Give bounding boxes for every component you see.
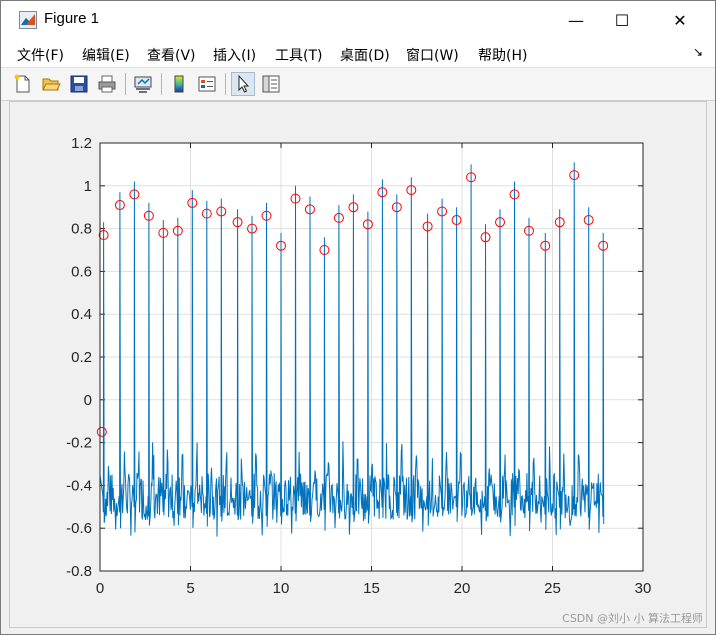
y-tick-label: 1 — [84, 178, 92, 195]
colorbar-icon — [174, 75, 184, 93]
x-tick-label: 30 — [635, 580, 652, 597]
edit-plot-button[interactable] — [231, 72, 255, 96]
x-tick-label: 15 — [363, 580, 380, 597]
y-tick-label: 0.6 — [71, 263, 92, 280]
colorbar-button[interactable] — [167, 72, 191, 96]
maximize-icon: ☐ — [614, 10, 630, 30]
menu-view[interactable]: 查看(V) — [147, 45, 196, 65]
y-tick-label: 1.2 — [71, 135, 92, 152]
y-tick-label: 0.4 — [71, 306, 92, 323]
menu-bar: 文件(F) 编辑(E) 查看(V) 插入(I) 工具(T) 桌面(D) 窗口(W… — [1, 39, 715, 68]
menu-window[interactable]: 窗口(W) — [406, 45, 459, 65]
close-button[interactable]: ✕ — [657, 1, 703, 39]
menu-file[interactable]: 文件(F) — [17, 45, 64, 65]
x-tick-label: 10 — [273, 580, 290, 597]
save-icon — [70, 75, 88, 93]
open-file-button[interactable] — [39, 72, 63, 96]
print-icon — [98, 75, 116, 93]
figure-window: Figure 1 — ☐ ✕ 文件(F) 编辑(E) 查看(V) 插入(I) 工… — [0, 0, 716, 635]
menu-desktop[interactable]: 桌面(D) — [340, 45, 390, 65]
menu-edit[interactable]: 编辑(E) — [82, 45, 130, 65]
maximize-button[interactable]: ☐ — [599, 1, 645, 39]
legend-button[interactable] — [195, 72, 219, 96]
new-figure-icon — [14, 74, 30, 93]
figure-canvas[interactable]: 0 5 10 15 20 25 30 -0.8 -0.6 -0.4 -0.2 0 0.2 0.4 0.6 0.… — [9, 101, 707, 628]
link-plot-icon — [134, 76, 152, 93]
x-tick-label: 25 — [544, 580, 561, 597]
y-tick-label: -0.4 — [66, 477, 92, 494]
x-tick-label: 20 — [454, 580, 471, 597]
figure-toolbar — [1, 68, 715, 101]
y-tick-label: 0 — [84, 392, 92, 409]
title-bar[interactable]: Figure 1 — ☐ ✕ — [1, 1, 715, 39]
menu-tools[interactable]: 工具(T) — [275, 45, 322, 65]
toolbar-separator — [125, 73, 126, 95]
y-tick-label: -0.6 — [66, 520, 92, 537]
x-tick-label: 0 — [96, 580, 104, 597]
y-tick-label: -0.8 — [66, 563, 92, 580]
y-tick-label: 0.8 — [71, 221, 92, 238]
matlab-logo-icon — [19, 11, 37, 29]
toolbar-separator — [225, 73, 226, 95]
y-tick-label: -0.2 — [66, 435, 92, 452]
menu-help[interactable]: 帮助(H) — [478, 45, 527, 65]
open-file-icon — [42, 78, 61, 91]
print-button[interactable] — [95, 72, 119, 96]
plot-svg[interactable]: 0 5 10 15 20 25 30 -0.8 -0.6 -0.4 -0.2 0 0.2 0.4 0.6 0.… — [10, 102, 706, 627]
new-figure-button[interactable] — [11, 72, 35, 96]
toolbar-separator — [161, 73, 162, 95]
window-title: Figure 1 — [44, 10, 100, 27]
y-tick-label: 0.2 — [71, 349, 92, 366]
minimize-button[interactable]: — — [553, 1, 599, 39]
menu-insert[interactable]: 插入(I) — [213, 45, 256, 65]
minimize-icon: — — [568, 10, 584, 30]
legend-icon — [198, 76, 216, 92]
save-button[interactable] — [67, 72, 91, 96]
watermark: CSDN @刘小 小 算法工程师 — [562, 612, 703, 625]
x-tick-label: 5 — [186, 580, 194, 597]
close-icon: ✕ — [673, 10, 687, 30]
property-inspector-icon — [262, 75, 280, 93]
property-inspector-button[interactable] — [259, 72, 283, 96]
pointer-edit-icon — [238, 74, 250, 93]
menu-dock-arrow-icon[interactable]: ↘ — [693, 45, 703, 59]
link-plot-button[interactable] — [131, 72, 155, 96]
